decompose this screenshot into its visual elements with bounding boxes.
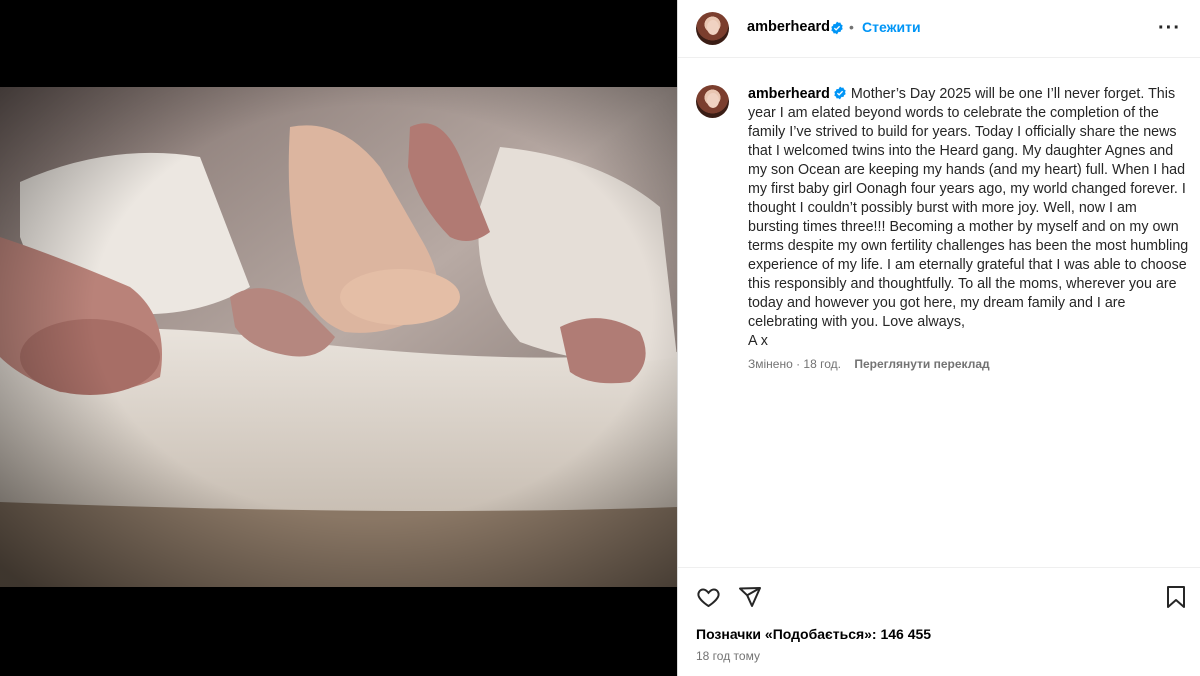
- instagram-post-view: amberheard • Стежити ··· amberheard Mothe…: [0, 0, 1200, 676]
- caption-verified-badge-icon: [834, 86, 846, 100]
- media-panel: [0, 0, 677, 676]
- caption-text: Mother’s Day 2025 will be one I’ll never…: [748, 86, 1189, 349]
- verified-badge-icon: [831, 21, 843, 35]
- post-timestamp[interactable]: 18 год тому: [696, 649, 760, 663]
- caption-username[interactable]: amberheard: [748, 86, 830, 102]
- bookmark-icon[interactable]: [1165, 585, 1187, 609]
- likes-count[interactable]: Позначки «Подобається»: 146 455: [696, 626, 931, 642]
- post-photo[interactable]: [0, 87, 677, 587]
- post-details-panel: amberheard • Стежити ··· amberheard Mothe…: [677, 0, 1200, 676]
- heart-outline-icon[interactable]: [696, 585, 721, 609]
- paper-plane-icon[interactable]: [738, 585, 762, 609]
- edited-label: Змінено · 18 год.: [748, 357, 841, 371]
- follow-button[interactable]: Стежити: [862, 19, 921, 35]
- caption-meta: Змінено · 18 год. Переглянути переклад: [748, 357, 990, 371]
- more-options-icon[interactable]: ···: [1158, 17, 1181, 40]
- caption-avatar[interactable]: [696, 85, 729, 118]
- author-username[interactable]: amberheard: [747, 19, 830, 35]
- author-avatar[interactable]: [696, 12, 729, 45]
- post-caption: amberheard Mother’s Day 2025 will be one …: [748, 85, 1190, 351]
- post-header: amberheard • Стежити ···: [678, 0, 1200, 58]
- translate-link[interactable]: Переглянути переклад: [854, 357, 989, 371]
- separator-dot: •: [849, 19, 854, 35]
